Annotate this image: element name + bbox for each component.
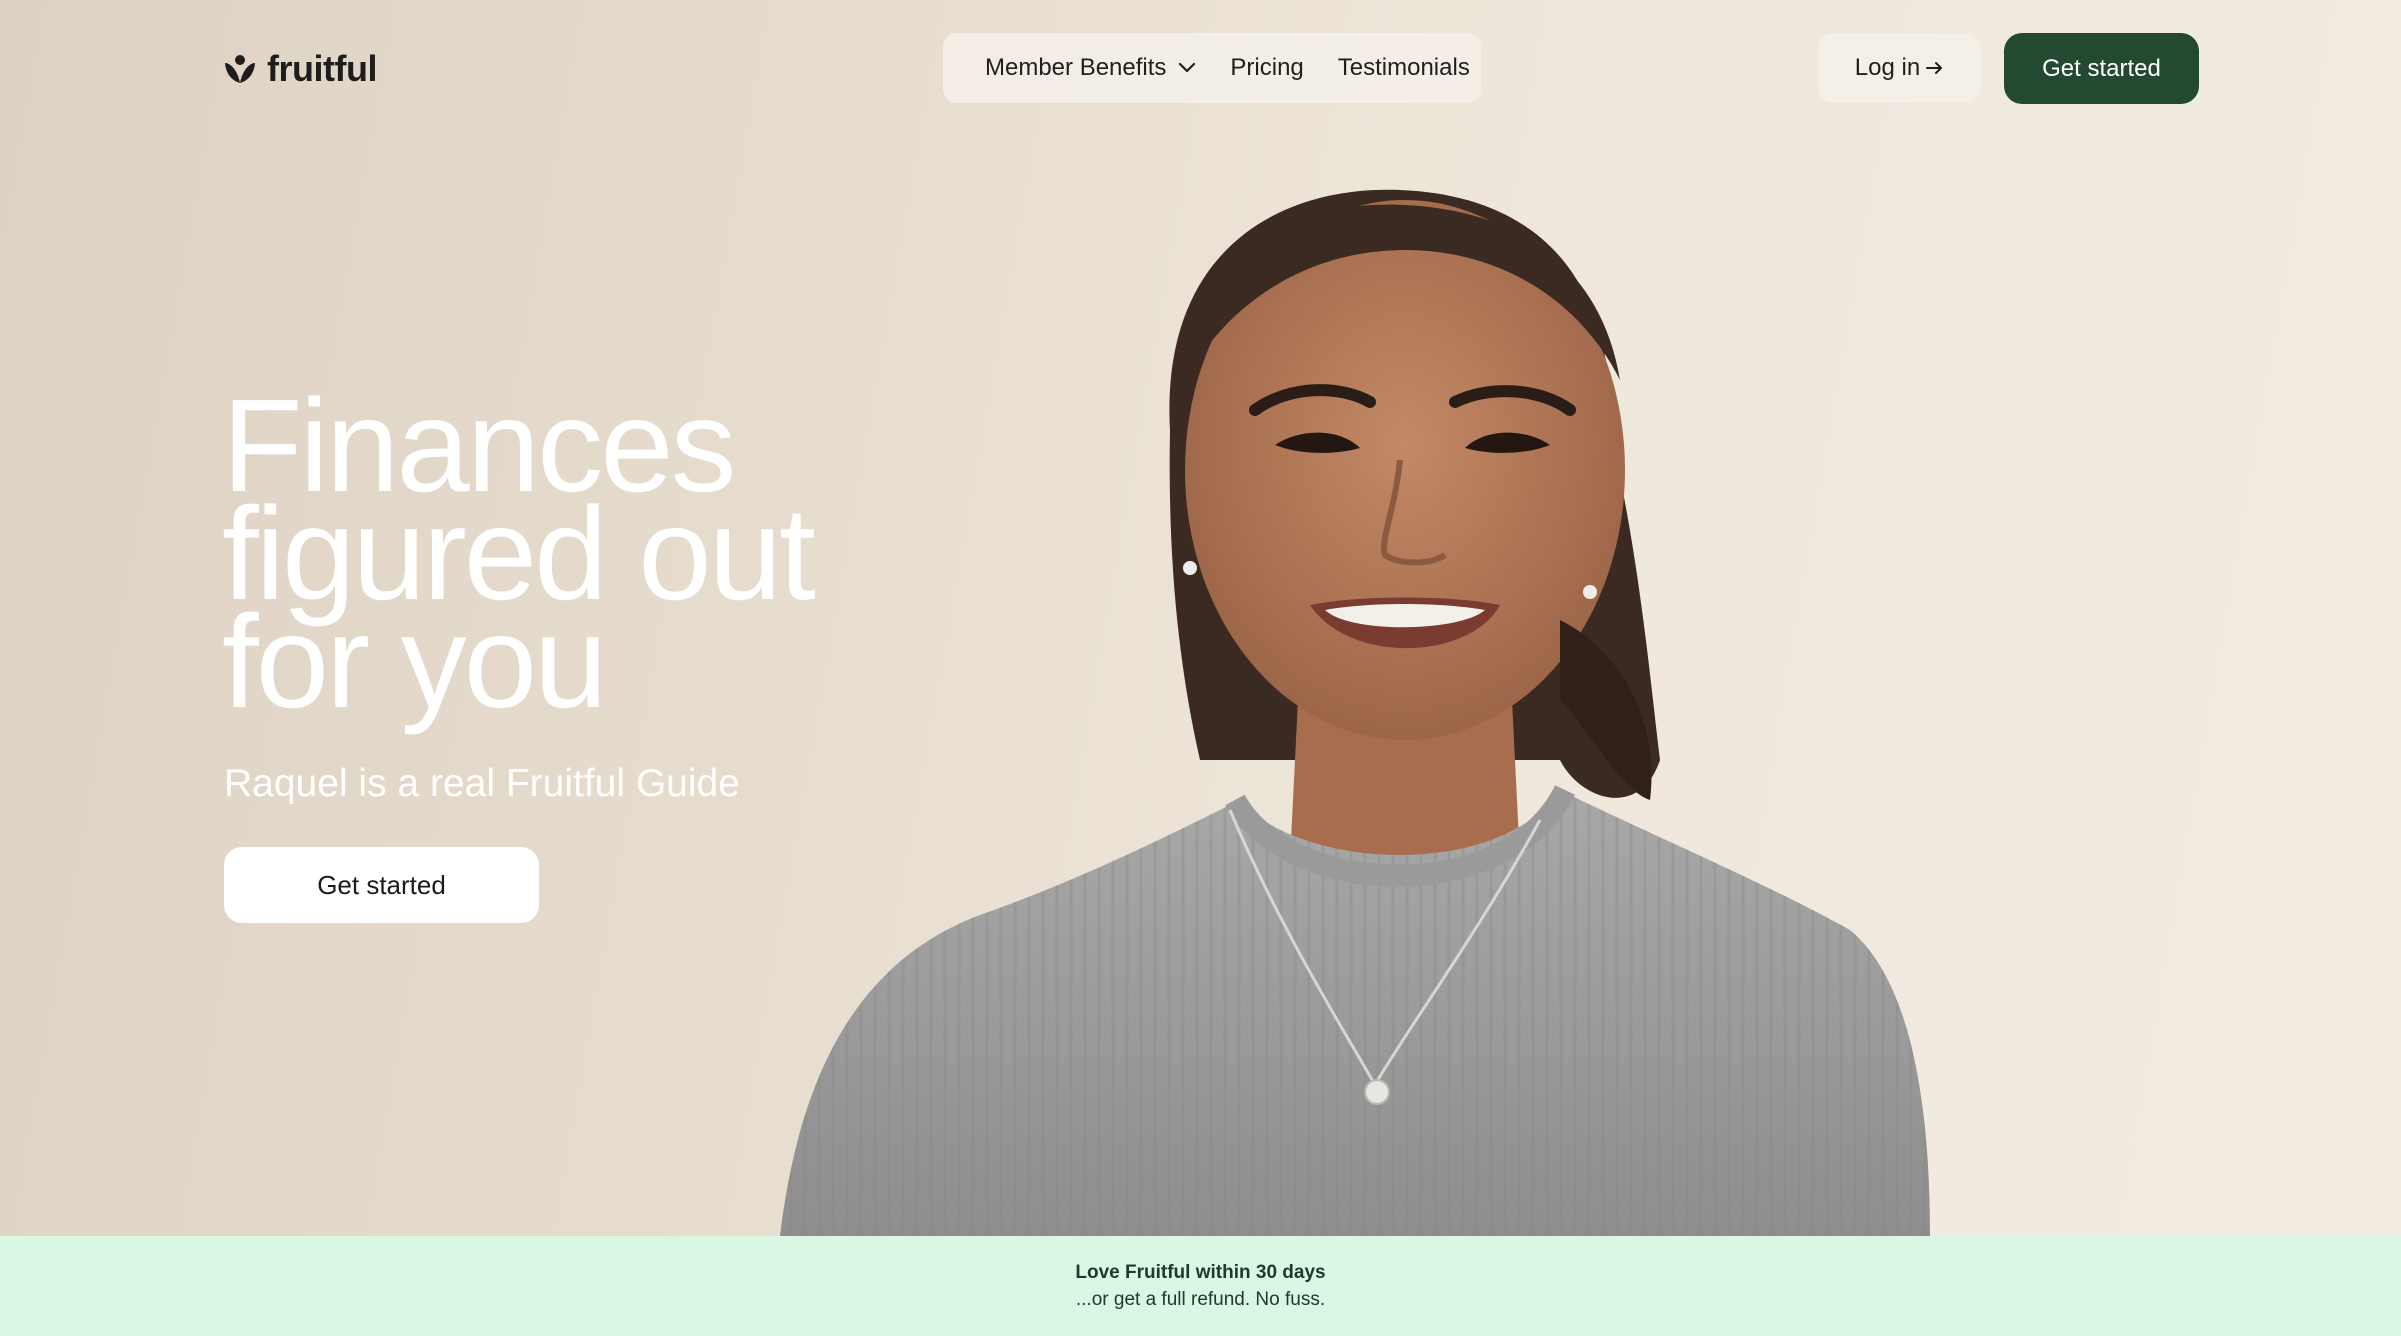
login-button[interactable]: Log in	[1818, 33, 1981, 103]
nav-item-pricing[interactable]: Pricing	[1230, 54, 1303, 82]
hero-title-line: for you	[222, 588, 608, 735]
arrow-right-icon	[1926, 62, 1943, 74]
guarantee-banner: Love Fruitful within 30 days ...or get a…	[0, 1236, 2401, 1336]
nav-item-label: Pricing	[1230, 54, 1304, 81]
nav-item-testimonials[interactable]: Testimonials	[1338, 54, 1470, 82]
landing-page: fruitful Member Benefits Pricing Testimo…	[0, 0, 2401, 1336]
nav-item-member-benefits[interactable]: Member Benefits	[985, 54, 1196, 82]
main-nav: Member Benefits Pricing Testimonials	[943, 33, 1481, 103]
login-label: Log in	[1854, 54, 1921, 81]
hero-subtitle: Raquel is a real Fruitful Guide	[224, 762, 740, 805]
chevron-down-icon	[1179, 62, 1196, 73]
fruitful-flower-icon	[225, 55, 255, 83]
banner-title: Love Fruitful within 30 days	[1075, 1261, 1326, 1283]
get-started-nav-button[interactable]: Get started	[2004, 33, 2199, 104]
nav-item-label: Member Benefits	[985, 54, 1167, 81]
hero-title: Finances figured out for you	[222, 380, 942, 728]
banner-subtitle: ...or get a full refund. No fuss.	[1075, 1288, 1326, 1310]
nav-item-label: Testimonials	[1337, 54, 1470, 81]
get-started-hero-button[interactable]: Get started	[224, 847, 539, 923]
fruitful-logo[interactable]: fruitful	[223, 48, 377, 90]
brand-name: fruitful	[267, 48, 377, 89]
